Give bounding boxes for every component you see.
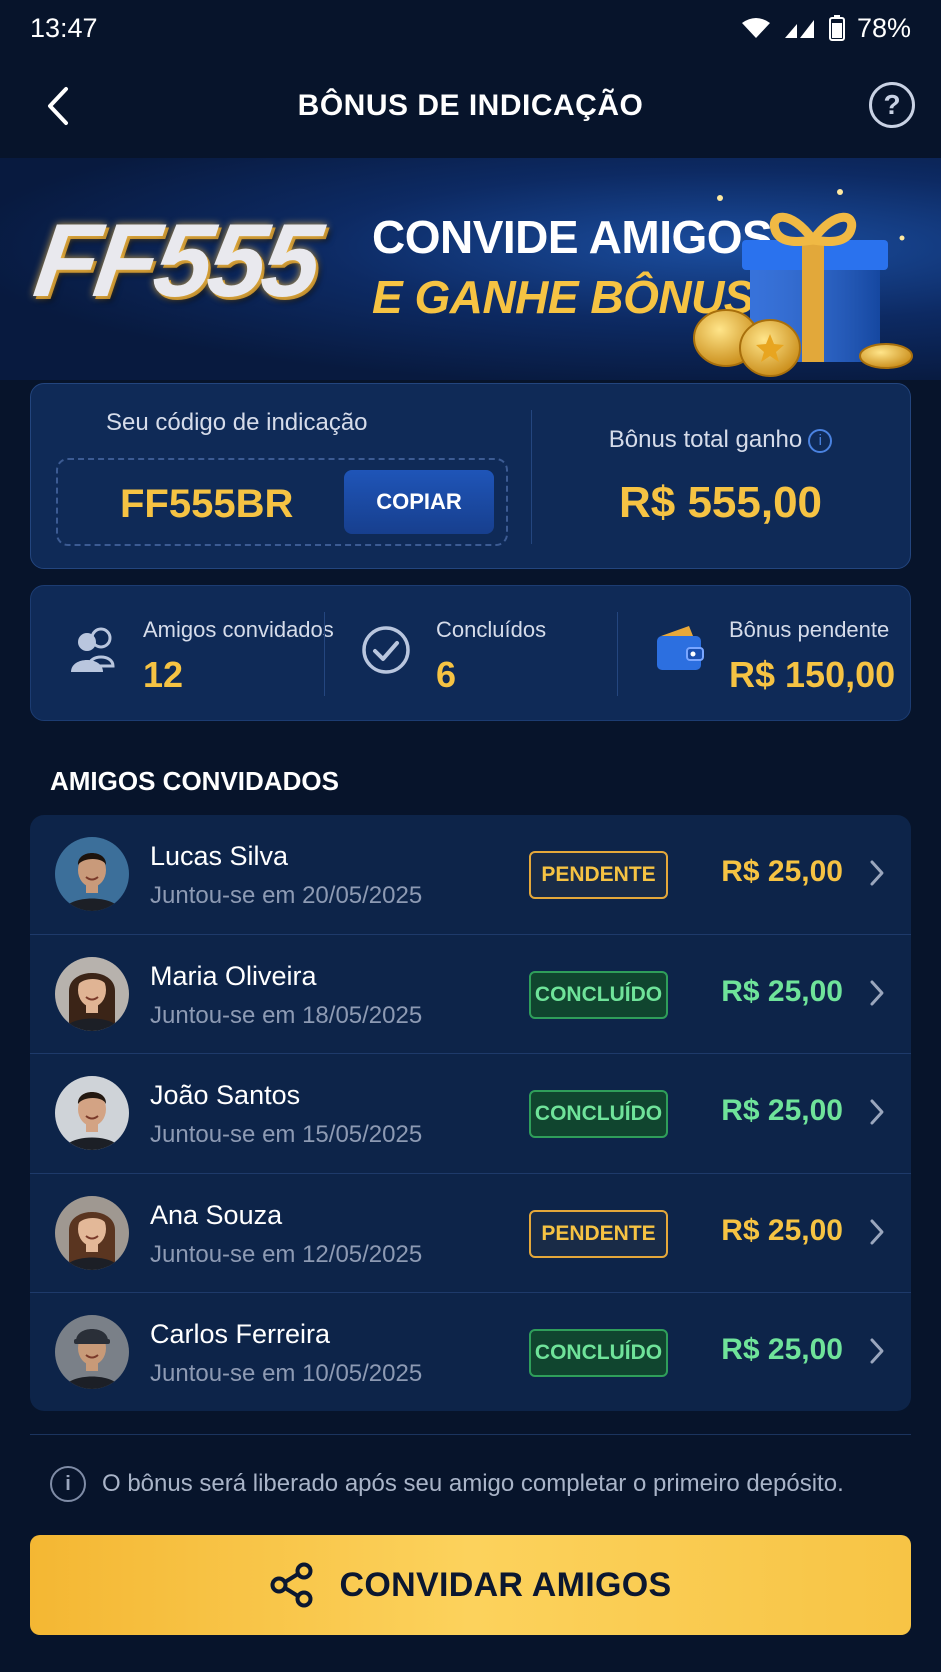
friend-joined-date: Juntou-se em 15/05/2025: [150, 1121, 423, 1149]
friends-list: Lucas Silva Juntou-se em 20/05/2025 PENDEN…: [30, 815, 911, 1411]
status-badge: CONCLUÍDO: [529, 970, 668, 1019]
friend-bonus-amount: R$ 25,00: [721, 1333, 843, 1367]
info-icon[interactable]: i: [808, 429, 833, 453]
avatar: [55, 1195, 129, 1270]
invite-friends-button[interactable]: CONVIDAR AMIGOS: [30, 1535, 911, 1635]
chevron-right-icon: [870, 1099, 884, 1125]
friend-name: Lucas Silva: [150, 841, 289, 871]
battery-icon: [828, 15, 845, 41]
friend-name: João Santos: [150, 1080, 301, 1111]
chevron-right-icon: [870, 1219, 884, 1245]
app-header: BÔNUS DE INDICAÇÃO ?: [0, 70, 941, 142]
chevron-right-icon: [870, 1338, 884, 1364]
friend-joined-date: Juntou-se em 12/05/2025: [150, 1240, 423, 1268]
stat-value: R$ 150,00: [729, 654, 896, 695]
friend-joined-date: Juntou-se em 10/05/2025: [150, 1360, 423, 1388]
friend-joined-date: Juntou-se em 20/05/2025: [150, 882, 423, 909]
promo-banner: FF555 CONVIDE AMIGOS E GANHE BÔNUS!: [0, 158, 941, 380]
info-icon: i: [50, 1466, 86, 1502]
signal-icon: [784, 20, 814, 38]
friend-row[interactable]: João Santos Juntou-se em 15/05/2025 CONCLU…: [30, 1054, 911, 1174]
share-icon: [270, 1562, 313, 1608]
gift-box-icon: [693, 189, 913, 377]
total-bonus-value: R$ 555,00: [618, 478, 823, 527]
stat-pending: Bônus pendente R$ 150,00: [617, 586, 910, 720]
note-text: O bônus será liberado após seu amigo com…: [102, 1470, 844, 1497]
chevron-right-icon: [870, 860, 884, 886]
friend-joined-date: Juntou-se em 18/05/2025: [150, 1001, 423, 1029]
friend-name: Maria Oliveira: [150, 960, 317, 991]
avatar: [55, 1315, 129, 1390]
users-icon: [71, 627, 115, 672]
info-note: i O bônus será liberado após seu amigo c…: [50, 1466, 844, 1502]
avatar: [55, 956, 129, 1031]
chevron-right-icon: [870, 980, 884, 1006]
divider: [30, 1434, 911, 1435]
invite-friends-label: CONVIDAR AMIGOS: [339, 1565, 672, 1604]
total-bonus-label: Bônus total ganho: [608, 426, 803, 453]
stat-label: Concluídos: [436, 617, 547, 642]
friends-section-title: AMIGOS CONVIDADOS: [50, 766, 339, 796]
status-badge: CONCLUÍDO: [529, 1329, 668, 1378]
friend-row[interactable]: Maria Oliveira Juntou-se em 18/05/2025 CON…: [30, 935, 911, 1055]
status-icons: 78%: [741, 13, 911, 44]
stat-label: Amigos convidados: [143, 617, 334, 642]
friend-bonus-amount: R$ 25,00: [721, 1213, 843, 1247]
stats-card: Amigos convidados 12 Concluídos 6 Bônus …: [30, 585, 911, 721]
battery-percent: 78%: [856, 12, 911, 43]
friend-row[interactable]: Carlos Ferreira Juntou-se em 10/05/2025 CO…: [30, 1293, 911, 1411]
copy-button[interactable]: COPIAR: [344, 470, 494, 534]
brand-logo: FF555: [27, 203, 325, 319]
help-button[interactable]: ?: [869, 82, 915, 128]
stat-invited: Amigos convidados 12: [31, 586, 334, 720]
code-box: FF555BR COPIAR: [56, 458, 508, 546]
stat-value: 12: [143, 654, 184, 695]
wifi-icon: [741, 18, 770, 38]
avatar: [55, 837, 129, 911]
page-title: BÔNUS DE INDICAÇÃO: [297, 89, 644, 122]
status-bar: 13:47 78%: [0, 0, 941, 56]
friend-row[interactable]: Ana Souza Juntou-se em 12/05/2025 PENDENTE…: [30, 1174, 911, 1294]
status-badge: CONCLUÍDO: [529, 1090, 668, 1139]
wallet-icon: [657, 626, 704, 670]
total-bonus-label-row: Bônus total ganho i: [531, 426, 910, 454]
check-circle-icon: [362, 626, 410, 674]
friend-row[interactable]: Lucas Silva Juntou-se em 20/05/2025 PENDEN…: [30, 815, 911, 935]
question-circle-icon: ?: [883, 89, 901, 120]
friend-name: Carlos Ferreira: [150, 1319, 331, 1350]
friend-bonus-amount: R$ 25,00: [721, 1094, 843, 1128]
stat-label: Bônus pendente: [729, 617, 890, 642]
avatar: [55, 1076, 129, 1151]
friend-name: Ana Souza: [150, 1199, 283, 1230]
code-label: Seu código de indicação: [106, 409, 368, 436]
referral-code-card: Seu código de indicação FF555BR COPIAR B…: [30, 383, 911, 569]
status-badge: PENDENTE: [529, 1209, 668, 1258]
friend-bonus-amount: R$ 25,00: [721, 974, 843, 1008]
referral-code: FF555BR: [120, 482, 294, 526]
back-button[interactable]: [36, 84, 80, 128]
chevron-left-icon: [48, 87, 68, 125]
stat-completed: Concluídos 6: [324, 586, 617, 720]
status-time: 13:47: [30, 12, 98, 43]
status-badge: PENDENTE: [529, 851, 668, 899]
stat-value: 6: [436, 654, 457, 695]
friend-bonus-amount: R$ 25,00: [721, 855, 843, 888]
